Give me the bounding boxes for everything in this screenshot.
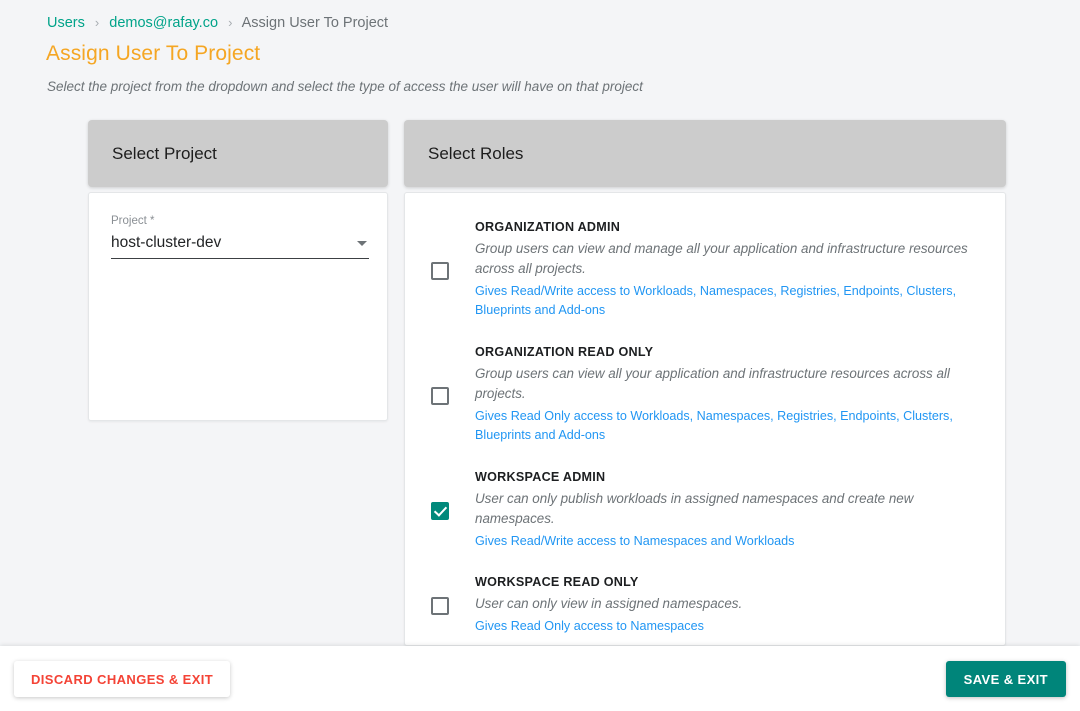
role-access-link[interactable]: Gives Read/Write access to Workloads, Na… — [475, 282, 989, 321]
page-subtitle: Select the project from the dropdown and… — [47, 79, 643, 94]
breadcrumb-separator-icon: › — [94, 15, 100, 30]
role-description: User can only view in assigned namespace… — [475, 595, 743, 611]
role-checkbox-organization-admin[interactable] — [431, 261, 449, 280]
breadcrumb-separator-icon: › — [228, 15, 233, 30]
breadcrumb-item-current: Assign User To Project — [241, 15, 389, 31]
role-checkbox-workspace-read-only[interactable] — [431, 597, 449, 616]
section-header-select-project-label: Select Project — [112, 143, 217, 163]
role-text: WORKSPACE READ ONLY User can only view i… — [457, 573, 989, 636]
role-checkbox-wrap — [423, 500, 457, 520]
role-row[interactable]: ORGANIZATION READ ONLY Group users can v… — [405, 321, 1005, 446]
project-select[interactable]: host-cluster-dev — [111, 234, 369, 259]
role-text: WORKSPACE ADMIN User can only publish wo… — [457, 468, 989, 551]
section-header-select-project: Select Project — [88, 120, 388, 187]
project-select-value: host-cluster-dev — [111, 234, 222, 251]
assign-user-to-project-page: Users › demos@rafay.co › Assign User To … — [0, 0, 1080, 711]
role-checkbox-wrap — [423, 385, 457, 405]
save-exit-button[interactable]: SAVE & EXIT — [945, 661, 1066, 697]
section-header-select-roles-label: Select Roles — [428, 143, 524, 163]
role-access-link[interactable]: Gives Read/Write access to Namespaces an… — [475, 532, 794, 552]
role-row[interactable]: WORKSPACE ADMIN User can only publish wo… — [405, 446, 1005, 551]
role-description: User can only publish workloads in assig… — [475, 490, 914, 526]
role-description: Group users can view all your applicatio… — [475, 365, 950, 401]
discard-changes-exit-button[interactable]: DISCARD CHANGES & EXIT — [14, 661, 231, 697]
role-access-link[interactable]: Gives Read Only access to Workloads, Nam… — [475, 407, 989, 446]
project-field: Project * host-cluster-dev — [111, 215, 369, 259]
section-header-select-roles: Select Roles — [404, 120, 1006, 187]
breadcrumb: Users › demos@rafay.co › Assign User To … — [47, 15, 388, 31]
page-title: Assign User To Project — [46, 42, 261, 65]
project-field-label: Project * — [111, 215, 155, 227]
role-row[interactable]: WORKSPACE READ ONLY User can only view i… — [405, 551, 1005, 636]
role-checkbox-organization-read-only[interactable] — [431, 386, 449, 405]
footer-action-bar: DISCARD CHANGES & EXIT SAVE & EXIT — [0, 646, 1080, 711]
project-card: Project * host-cluster-dev — [88, 192, 388, 421]
roles-card: ORGANIZATION ADMIN Group users can view … — [404, 192, 1006, 646]
role-row[interactable]: ORGANIZATION ADMIN Group users can view … — [405, 196, 1005, 321]
role-description: Group users can view and manage all your… — [475, 240, 968, 276]
role-checkbox-wrap — [423, 260, 457, 280]
roles-list: ORGANIZATION ADMIN Group users can view … — [405, 193, 1005, 637]
role-checkbox-workspace-admin[interactable] — [431, 501, 449, 520]
role-title: ORGANIZATION READ ONLY — [475, 345, 654, 360]
role-text: ORGANIZATION READ ONLY Group users can v… — [457, 343, 989, 446]
role-access-link[interactable]: Gives Read Only access to Namespaces — [475, 617, 704, 637]
role-checkbox-wrap — [423, 595, 457, 616]
role-text: ORGANIZATION ADMIN Group users can view … — [457, 218, 989, 321]
breadcrumb-item-user-email[interactable]: demos@rafay.co — [109, 15, 218, 31]
role-title: WORKSPACE ADMIN — [475, 470, 606, 485]
chevron-down-icon[interactable] — [357, 241, 367, 246]
role-title: ORGANIZATION ADMIN — [475, 220, 621, 234]
role-title: WORKSPACE READ ONLY — [475, 575, 639, 590]
breadcrumb-item-users[interactable]: Users — [47, 15, 85, 31]
